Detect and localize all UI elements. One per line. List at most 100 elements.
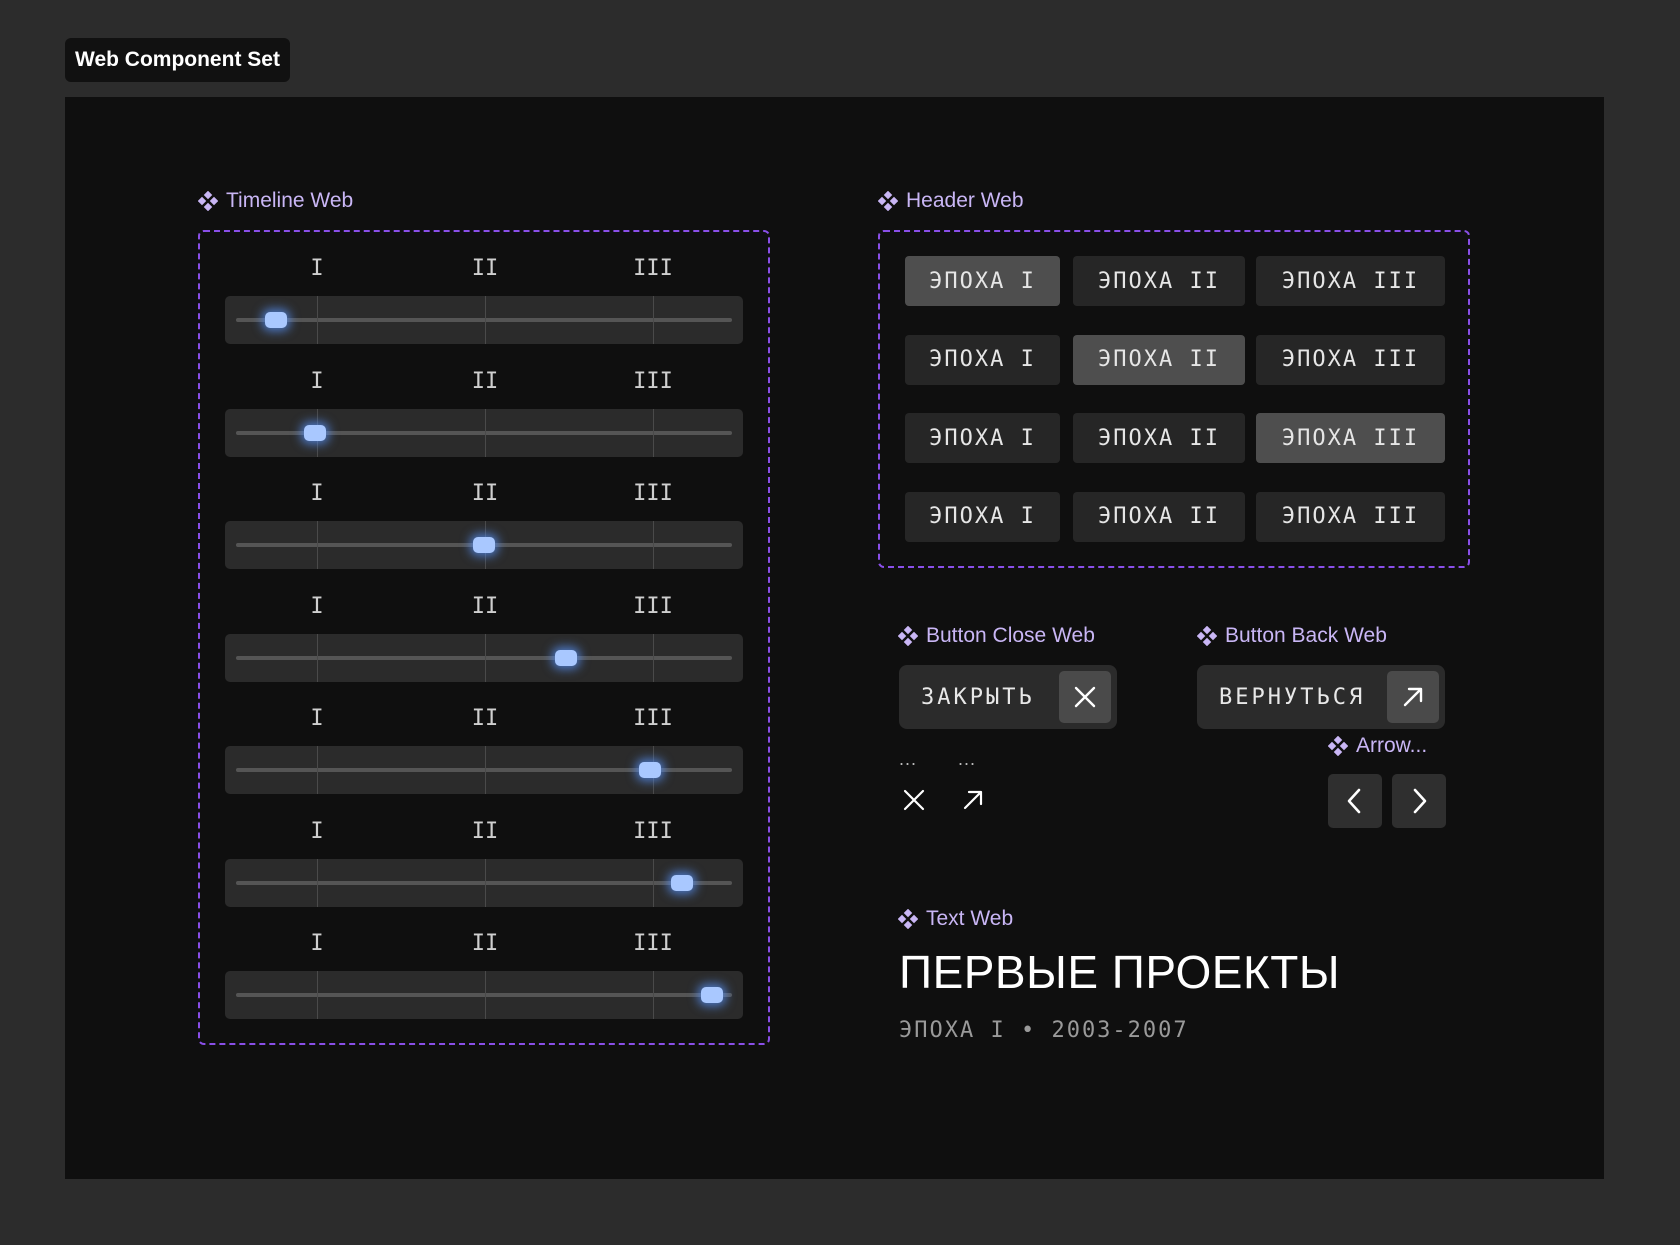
timeline-tick — [317, 971, 318, 1019]
button-back-label-text: Button Back Web — [1225, 624, 1387, 647]
timeline-tick — [653, 633, 654, 682]
timeline-epoch-label: III — [633, 256, 673, 281]
timeline-slider[interactable] — [225, 521, 743, 569]
arrow-left-button[interactable] — [1328, 774, 1382, 828]
back-button-text: ВЕРНУТЬСЯ — [1219, 684, 1366, 710]
timeline-row: I II III — [225, 594, 745, 694]
timeline-thumb[interactable] — [701, 987, 724, 1003]
timeline-epoch-label: III — [633, 481, 673, 506]
timeline-epoch-label: III — [633, 593, 673, 619]
timeline-epoch-label: II — [471, 368, 499, 394]
timeline-tick — [317, 296, 318, 344]
component-icon — [1328, 736, 1348, 756]
header-epoch-button[interactable]: ЭПОХА I — [905, 334, 1060, 385]
timeline-track — [236, 655, 732, 660]
timeline-slider[interactable] — [225, 746, 743, 794]
timeline-epoch-label: II — [471, 256, 499, 281]
header-epoch-button[interactable]: ЭПОХА III — [1256, 334, 1445, 385]
header-epoch-button[interactable]: ЭПОХА I — [905, 256, 1060, 306]
icon-close-label[interactable]: ... — [899, 749, 917, 770]
header-epoch-button[interactable]: ЭПОХА II — [1073, 256, 1245, 306]
timeline-epoch-label: I — [310, 481, 324, 506]
timeline-row: I II III — [225, 256, 745, 356]
timeline-thumb[interactable] — [473, 537, 495, 553]
header-label-text: Header Web — [906, 189, 1024, 212]
timeline-epoch-label: III — [633, 368, 673, 394]
timeline-tick — [317, 858, 318, 907]
timeline-tick — [653, 858, 654, 907]
timeline-epoch-label: I — [310, 368, 324, 394]
close-button[interactable]: ЗАКРЫТЬ — [899, 665, 1117, 729]
button-close-label[interactable]: Button Close Web — [898, 624, 1095, 648]
timeline-tick — [317, 521, 318, 569]
timeline-thumb[interactable] — [639, 762, 662, 778]
timeline-tick — [317, 746, 318, 794]
arrow-right-button[interactable] — [1392, 774, 1446, 828]
icon-arrow-label[interactable]: ... — [958, 749, 976, 770]
chevron-right-icon — [1413, 788, 1427, 814]
timeline-epoch-label: I — [310, 706, 324, 731]
timeline-tick — [317, 633, 318, 682]
close-icon — [1059, 671, 1111, 723]
header-epoch-button[interactable]: ЭПОХА II — [1073, 491, 1245, 542]
arrow-up-right-icon[interactable] — [958, 785, 988, 815]
close-icon[interactable] — [899, 785, 929, 815]
header-epoch-button[interactable]: ЭПОХА I — [905, 491, 1060, 542]
frame-title[interactable]: Web Component Set — [65, 38, 290, 82]
timeline-epoch-label: I — [310, 931, 324, 956]
arrow-label-text: Arrow... — [1356, 734, 1428, 757]
timeline-epoch-label: I — [310, 818, 324, 844]
header-epoch-button[interactable]: ЭПОХА II — [1073, 334, 1245, 385]
back-button[interactable]: ВЕРНУТЬСЯ — [1197, 665, 1445, 729]
header-epoch-button[interactable]: ЭПОХА III — [1256, 491, 1445, 542]
arrow-label[interactable]: Arrow... — [1328, 734, 1427, 758]
header-label[interactable]: Header Web — [878, 189, 1024, 213]
page-title: ПЕРВЫЕ ПРОЕКТЫ — [899, 946, 1341, 998]
timeline-tick — [485, 408, 486, 457]
close-button-text: ЗАКРЫТЬ — [921, 684, 1035, 710]
timeline-epoch-label: I — [310, 256, 324, 281]
timeline-epoch-label: III — [633, 931, 673, 956]
timeline-slider[interactable] — [225, 296, 743, 344]
timeline-epoch-label: II — [471, 931, 499, 956]
button-back-label[interactable]: Button Back Web — [1197, 624, 1387, 648]
component-icon — [1197, 626, 1217, 646]
chevron-left-icon — [1347, 788, 1361, 814]
timeline-epoch-label: III — [633, 706, 673, 731]
timeline-epoch-label: I — [310, 593, 324, 619]
header-epoch-button[interactable]: ЭПОХА I — [905, 413, 1060, 463]
timeline-thumb[interactable] — [264, 312, 287, 328]
component-icon — [898, 909, 918, 929]
timeline-slider[interactable] — [225, 408, 743, 457]
timeline-track — [236, 318, 732, 322]
timeline-slider[interactable] — [225, 633, 743, 682]
timeline-track — [236, 993, 732, 997]
timeline-track — [236, 880, 732, 885]
timeline-tick — [485, 858, 486, 907]
timeline-label[interactable]: Timeline Web — [198, 189, 353, 213]
page-subtitle: ЭПОХА I • 2003-2007 — [899, 1018, 1189, 1043]
text-web-label-text: Text Web — [926, 907, 1014, 930]
timeline-epoch-label: II — [471, 593, 499, 619]
header-epoch-button[interactable]: ЭПОХА III — [1256, 256, 1445, 306]
timeline-slider[interactable] — [225, 971, 743, 1019]
component-canvas: Timeline Web I II III I II III I II III I II III I II… — [65, 97, 1604, 1179]
timeline-row: I II III — [225, 706, 745, 806]
button-close-label-text: Button Close Web — [926, 624, 1095, 647]
timeline-tick — [653, 521, 654, 569]
timeline-epoch-label: II — [471, 481, 499, 506]
timeline-tick — [485, 633, 486, 682]
text-web-label[interactable]: Text Web — [898, 907, 1013, 931]
timeline-row: I II III — [225, 819, 745, 919]
header-epoch-button[interactable]: ЭПОХА III — [1256, 413, 1445, 463]
timeline-label-text: Timeline Web — [226, 189, 354, 212]
header-epoch-button[interactable]: ЭПОХА II — [1073, 413, 1245, 463]
timeline-thumb[interactable] — [304, 424, 327, 441]
component-icon — [198, 191, 218, 211]
timeline-thumb[interactable] — [554, 649, 577, 666]
timeline-slider[interactable] — [225, 858, 743, 907]
timeline-thumb[interactable] — [671, 874, 694, 891]
header-container: ЭПОХА I ЭПОХА II ЭПОХА III ЭПОХА I ЭПОХА II Э… — [878, 230, 1470, 568]
timeline-tick — [485, 971, 486, 1019]
timeline-tick — [653, 296, 654, 344]
